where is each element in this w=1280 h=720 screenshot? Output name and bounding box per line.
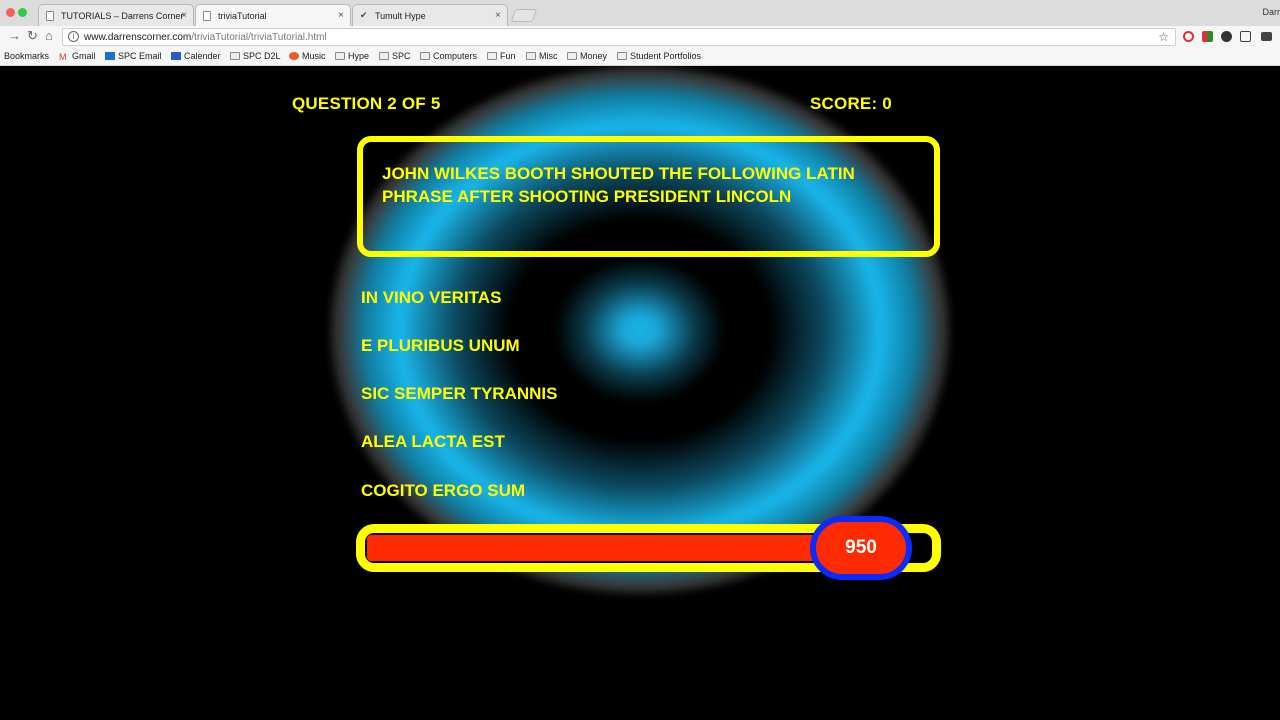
bookmark-music[interactable]: Music (289, 51, 326, 61)
opera-extension-icon[interactable] (1183, 31, 1194, 42)
bookmark-folder-hype[interactable]: Hype (335, 51, 369, 61)
folder-icon (617, 52, 627, 60)
page-icon (203, 11, 211, 21)
bookmark-folder-computers[interactable]: Computers (420, 51, 477, 61)
url-domain: www.darrenscorner.com (84, 32, 192, 43)
bookmark-folder-fun[interactable]: Fun (487, 51, 516, 61)
answer-option-3[interactable]: SIC SEMPER TYRANNIS (361, 384, 557, 404)
bookmark-folder-money[interactable]: Money (567, 51, 607, 61)
tab-strip: TUTORIALS – Darrens Corner × triviaTutor… (0, 0, 1280, 27)
answer-option-4[interactable]: ALEA LACTA EST (361, 432, 505, 452)
bookmark-spc-d2l[interactable]: SPC D2L (230, 51, 281, 61)
back-icon[interactable]: → (8, 28, 21, 44)
tab-label: triviaTutorial (218, 11, 267, 21)
outlook-icon (105, 52, 115, 60)
page-icon (46, 11, 54, 21)
toolbar: → ↻ ⌂ i www.darrenscorner.com/triviaTuto… (0, 26, 1280, 48)
question-box: JOHN WILKES BOOTH SHOUTED THE FOLLOWING … (357, 136, 940, 257)
trivia-stage: QUESTION 2 OF 5 SCORE: 0 JOHN WILKES BOO… (0, 66, 1280, 720)
close-icon[interactable]: × (338, 10, 344, 21)
question-counter: QUESTION 2 OF 5 (292, 94, 441, 113)
browser-chrome: TUTORIALS – Darrens Corner × triviaTutor… (0, 0, 1280, 66)
answer-option-2[interactable]: E PLURIBUS UNUM (361, 336, 520, 356)
page-icon (230, 52, 240, 60)
bookmark-calender[interactable]: Calender (171, 51, 221, 61)
bookmarks-bar: Bookmarks M Gmail SPC Email Calender SPC … (0, 48, 1280, 66)
bookmark-label: Hype (348, 51, 370, 61)
calendar-icon (171, 52, 181, 60)
folder-icon (526, 52, 536, 60)
extension-icon[interactable] (1202, 31, 1213, 42)
bookmarks-label[interactable]: Bookmarks (4, 51, 49, 61)
bookmark-label: Music (302, 51, 326, 61)
bookmark-star-icon[interactable]: ☆ (1158, 30, 1169, 44)
maximize-window-button[interactable] (18, 8, 27, 17)
folder-icon (420, 52, 430, 60)
bookmark-label: Calender (184, 51, 221, 61)
bookmark-label: SPC D2L (243, 51, 281, 61)
profile-name[interactable]: Darr (1263, 7, 1280, 17)
score-display: SCORE: 0 (810, 94, 892, 113)
answer-option-1[interactable]: IN VINO VERITAS (361, 288, 501, 308)
home-icon[interactable]: ⌂ (45, 28, 53, 44)
extension-icon[interactable] (1240, 31, 1251, 42)
music-icon (289, 52, 299, 60)
extension-icon[interactable] (1221, 31, 1232, 42)
bookmark-label: Gmail (72, 51, 96, 61)
folder-icon (487, 52, 497, 60)
tab-trivia-tutorial[interactable]: triviaTutorial × (195, 4, 351, 27)
bookmark-folder-spc[interactable]: SPC (379, 51, 411, 61)
bookmark-label: Student Portfolios (630, 51, 702, 61)
bookmark-label: Money (580, 51, 608, 61)
close-icon[interactable]: × (181, 10, 187, 21)
url-path: /triviaTutorial/triviaTutorial.html (191, 32, 327, 43)
answer-option-5[interactable]: COGITO ERGO SUM (361, 481, 525, 501)
bookmark-folder-student-portfolios[interactable]: Student Portfolios (617, 51, 701, 61)
bookmark-folder-misc[interactable]: Misc (526, 51, 558, 61)
hype-icon: ✔ (360, 10, 368, 20)
question-text: JOHN WILKES BOOTH SHOUTED THE FOLLOWING … (382, 164, 855, 206)
gmail-icon: M (59, 52, 67, 62)
tab-label: Tumult Hype (375, 11, 426, 21)
bookmark-label: Computers (433, 51, 478, 61)
reload-icon[interactable]: ↻ (27, 28, 38, 44)
timer-value: 950 (810, 516, 912, 580)
tab-tumult-hype[interactable]: ✔ Tumult Hype × (352, 4, 508, 26)
menu-icon[interactable] (1261, 32, 1272, 41)
bookmark-gmail[interactable]: M Gmail (59, 51, 96, 62)
bookmark-label: Fun (500, 51, 516, 61)
tab-label: TUTORIALS – Darrens Corner (61, 11, 184, 21)
url-text[interactable]: www.darrenscorner.com/triviaTutorial/tri… (84, 32, 327, 43)
new-tab-button[interactable] (510, 9, 538, 22)
folder-icon (335, 52, 345, 60)
bookmark-label: SPC (392, 51, 411, 61)
address-bar[interactable]: i www.darrenscorner.com/triviaTutorial/t… (62, 28, 1176, 46)
folder-icon (567, 52, 577, 60)
close-icon[interactable]: × (495, 10, 501, 21)
folder-icon (379, 52, 389, 60)
bookmark-label: SPC Email (118, 51, 162, 61)
tab-tutorials[interactable]: TUTORIALS – Darrens Corner × (38, 4, 194, 26)
bookmark-spc-email[interactable]: SPC Email (105, 51, 162, 61)
bookmark-label: Misc (539, 51, 558, 61)
close-window-button[interactable] (6, 8, 15, 17)
info-icon[interactable]: i (68, 31, 79, 42)
